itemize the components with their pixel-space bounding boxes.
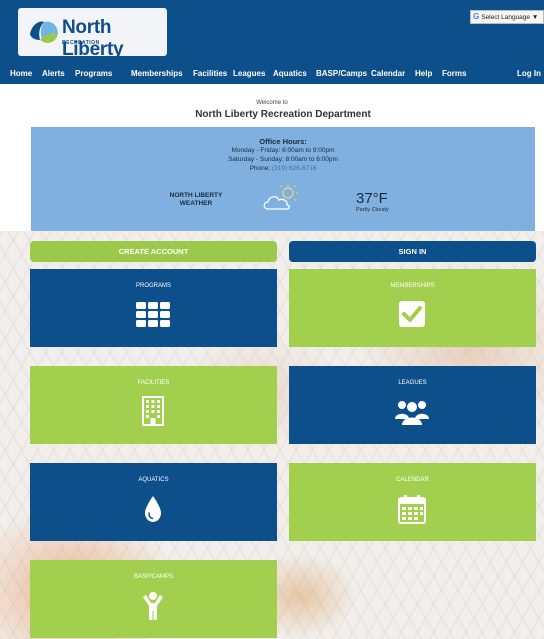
- welcome-text: Welcome to: [256, 100, 288, 106]
- nav-leagues[interactable]: Leagues: [233, 69, 265, 78]
- child-icon: [143, 592, 163, 620]
- tile-aquatics-label: AQUATICS: [138, 477, 169, 483]
- site-logo[interactable]: North Liberty RECREATION: [18, 8, 167, 60]
- nav-basp-camps[interactable]: BASP/Camps: [316, 69, 367, 78]
- tile-memberships-label: MEMBERSHIPS: [390, 283, 435, 289]
- nav-alerts[interactable]: Alerts: [42, 69, 65, 78]
- tile-calendar-label: CALENDAR: [396, 477, 429, 483]
- language-select[interactable]: G Select Language ▼: [470, 10, 544, 24]
- google-icon: G: [473, 12, 480, 21]
- tile-facilities-label: FACILITIES: [137, 380, 170, 386]
- phone-label: Phone:: [249, 165, 272, 172]
- tile-memberships[interactable]: MEMBERSHIPS: [289, 269, 536, 347]
- tile-basp-camps-label: BASP/CAMPS: [133, 574, 173, 580]
- site-header: North Liberty RECREATION G Select Languag…: [0, 0, 544, 84]
- logo-subtitle: RECREATION: [62, 40, 100, 46]
- logo-text: North Liberty: [62, 17, 124, 60]
- chevron-down-icon: ▼: [531, 14, 539, 21]
- group-icon: [395, 401, 429, 425]
- main-nav: Home Alerts Programs Memberships Facilit…: [0, 64, 544, 84]
- nav-memberships[interactable]: Memberships: [131, 69, 183, 78]
- info-panel: Office Hours: Monday - Friday: 6:00am to…: [31, 127, 535, 231]
- nav-help[interactable]: Help: [415, 69, 432, 78]
- weekday-hours: Monday - Friday: 6:00am to 9:00pm: [231, 147, 335, 154]
- nav-facilities[interactable]: Facilities: [193, 69, 227, 78]
- nav-programs[interactable]: Programs: [75, 69, 112, 78]
- tile-basp-camps[interactable]: BASP/CAMPS: [30, 560, 277, 638]
- tile-leagues-label: LEAGUES: [398, 380, 427, 386]
- tile-facilities[interactable]: FACILITIES: [30, 366, 277, 444]
- weekend-hours: Saturday - Sunday: 8:00am to 6:00pm: [228, 156, 338, 163]
- tile-aquatics[interactable]: AQUATICS: [30, 463, 277, 541]
- nav-calendar[interactable]: Calendar: [371, 69, 405, 78]
- weather-location: NORTH LIBERTY WEATHER: [146, 192, 246, 208]
- logo-leaf-icon: [30, 21, 58, 43]
- tile-calendar[interactable]: CALENDAR: [289, 463, 536, 541]
- nav-login[interactable]: Log In: [517, 69, 541, 78]
- water-drop-icon: [145, 496, 161, 522]
- office-hours-title: Office Hours:: [259, 137, 307, 146]
- create-account-button[interactable]: CREATE ACCOUNT: [30, 241, 277, 262]
- tile-programs[interactable]: PROGRAMS: [30, 269, 277, 347]
- calendar-icon: [398, 495, 426, 524]
- nav-aquatics[interactable]: Aquatics: [273, 69, 307, 78]
- page-title: North Liberty Recreation Department: [195, 109, 371, 120]
- tile-programs-label: PROGRAMS: [135, 283, 171, 289]
- weather-location-name: NORTH LIBERTY: [169, 192, 223, 199]
- weather-location-sub: WEATHER: [179, 200, 213, 207]
- nav-home[interactable]: Home: [10, 69, 32, 78]
- partly-cloudy-icon: [263, 184, 298, 210]
- grid-icon: [136, 302, 170, 327]
- sign-in-button[interactable]: SIGN IN: [289, 241, 536, 262]
- building-icon: [142, 396, 164, 426]
- weather-condition: Partly Cloudy: [356, 207, 389, 213]
- temperature: 37°F: [356, 190, 388, 207]
- phone-line: Phone: (319) 626-5716: [31, 165, 535, 172]
- checkbox-icon: [399, 301, 425, 327]
- phone-number[interactable]: (319) 626-5716: [272, 165, 316, 172]
- nav-forms[interactable]: Forms: [442, 69, 466, 78]
- language-select-label: Select Language: [481, 14, 531, 21]
- tile-leagues[interactable]: LEAGUES: [289, 366, 536, 444]
